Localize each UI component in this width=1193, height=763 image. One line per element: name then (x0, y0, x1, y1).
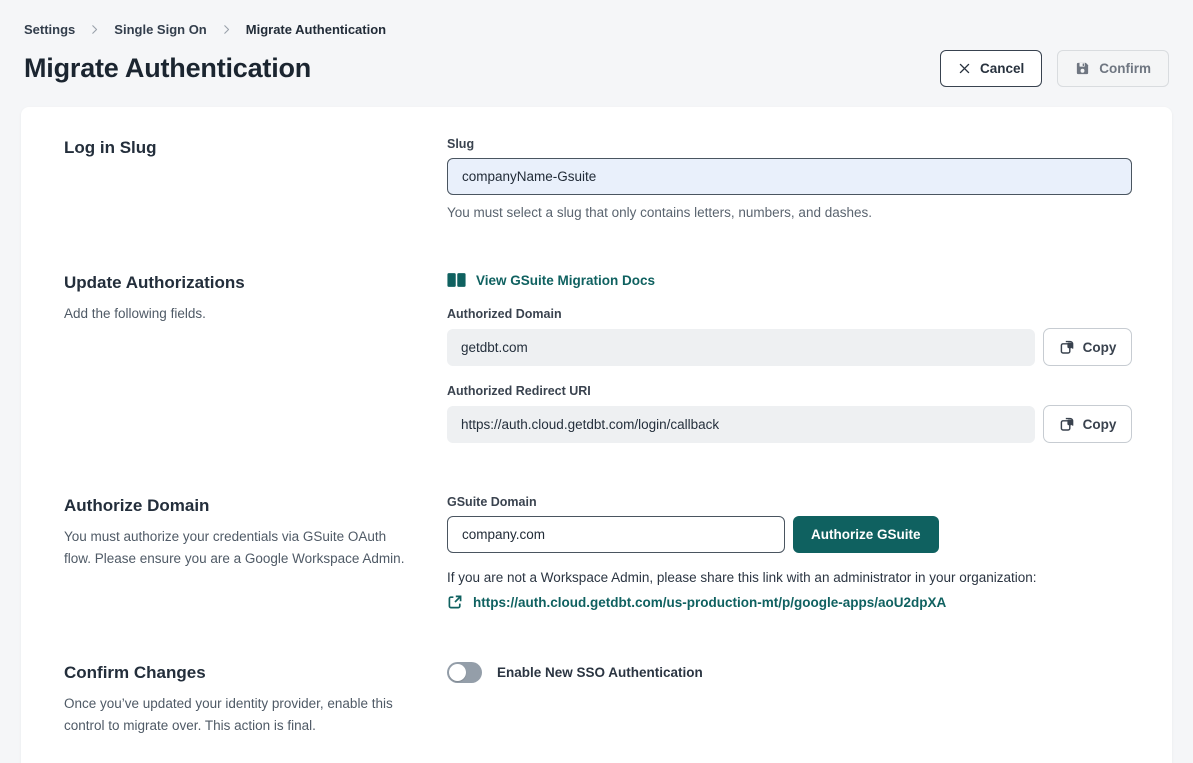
section-heading-authorize-domain: Authorize Domain (64, 495, 447, 517)
section-update-authorizations: Update Authorizations Add the following … (64, 272, 1132, 443)
redirect-uri-row: https://auth.cloud.getdbt.com/login/call… (447, 405, 1132, 443)
section-heading-confirm-changes: Confirm Changes (64, 662, 447, 684)
authorize-gsuite-button[interactable]: Authorize GSuite (793, 516, 939, 553)
copy-icon (1059, 339, 1075, 355)
chevron-right-icon (221, 24, 232, 35)
admin-link-row: https://auth.cloud.getdbt.com/us-product… (447, 594, 1132, 610)
section-login-slug: Log in Slug Slug You must select a slug … (64, 137, 1132, 220)
copy-redirect-uri-button[interactable]: Copy (1043, 405, 1132, 443)
settings-card: Log in Slug Slug You must select a slug … (21, 107, 1172, 763)
workspace-admin-note: If you are not a Workspace Admin, please… (447, 570, 1132, 585)
gsuite-migration-docs-link-label: View GSuite Migration Docs (476, 273, 655, 288)
page-header: Settings Single Sign On Migrate Authenti… (0, 0, 1193, 87)
authorized-domain-value: getdbt.com (447, 329, 1035, 366)
redirect-uri-value: https://auth.cloud.getdbt.com/login/call… (447, 406, 1035, 443)
authorized-domain-label: Authorized Domain (447, 307, 1132, 321)
breadcrumb-migrate-authentication: Migrate Authentication (246, 22, 386, 37)
share-authorization-link[interactable]: https://auth.cloud.getdbt.com/us-product… (473, 595, 946, 610)
chevron-right-icon (89, 24, 100, 35)
copy-authorized-domain-button[interactable]: Copy (1043, 328, 1132, 366)
update-authorizations-description: Add the following fields. (64, 303, 409, 325)
authorized-domain-row: getdbt.com Copy (447, 328, 1132, 366)
cancel-button[interactable]: Cancel (940, 50, 1042, 87)
page-title: Migrate Authentication (24, 53, 311, 84)
enable-sso-toggle-label: Enable New SSO Authentication (497, 665, 703, 680)
section-confirm-changes: Confirm Changes Once you’ve updated your… (64, 662, 1132, 738)
section-heading-login-slug: Log in Slug (64, 137, 447, 159)
external-link-icon (447, 594, 463, 610)
sso-toggle-row: Enable New SSO Authentication (447, 662, 1132, 683)
save-icon (1075, 61, 1090, 76)
copy-button-label: Copy (1083, 340, 1117, 355)
header-actions: Cancel Confirm (940, 50, 1169, 87)
book-icon (447, 272, 466, 288)
slug-helper-text: You must select a slug that only contain… (447, 205, 1132, 220)
copy-icon (1059, 416, 1075, 432)
breadcrumb-settings[interactable]: Settings (24, 22, 75, 37)
breadcrumb-single-sign-on[interactable]: Single Sign On (114, 22, 206, 37)
gsuite-migration-docs-link[interactable]: View GSuite Migration Docs (447, 272, 655, 288)
slug-field-label: Slug (447, 137, 1132, 151)
toggle-knob (449, 664, 466, 681)
gsuite-domain-input[interactable] (447, 516, 785, 553)
close-icon (958, 62, 971, 75)
confirm-changes-description: Once you’ve updated your identity provid… (64, 693, 409, 738)
enable-sso-toggle[interactable] (447, 662, 482, 683)
authorize-domain-description: You must authorize your credentials via … (64, 526, 409, 571)
section-authorize-domain: Authorize Domain You must authorize your… (64, 495, 1132, 610)
confirm-button-label: Confirm (1099, 61, 1151, 76)
breadcrumb: Settings Single Sign On Migrate Authenti… (24, 22, 1169, 37)
gsuite-domain-label: GSuite Domain (447, 495, 1132, 509)
slug-input[interactable] (447, 158, 1132, 195)
copy-button-label: Copy (1083, 417, 1117, 432)
cancel-button-label: Cancel (980, 61, 1024, 76)
redirect-uri-label: Authorized Redirect URI (447, 384, 1132, 398)
gsuite-domain-row: Authorize GSuite (447, 516, 1132, 553)
confirm-button[interactable]: Confirm (1057, 50, 1169, 87)
section-heading-update-authorizations: Update Authorizations (64, 272, 447, 294)
